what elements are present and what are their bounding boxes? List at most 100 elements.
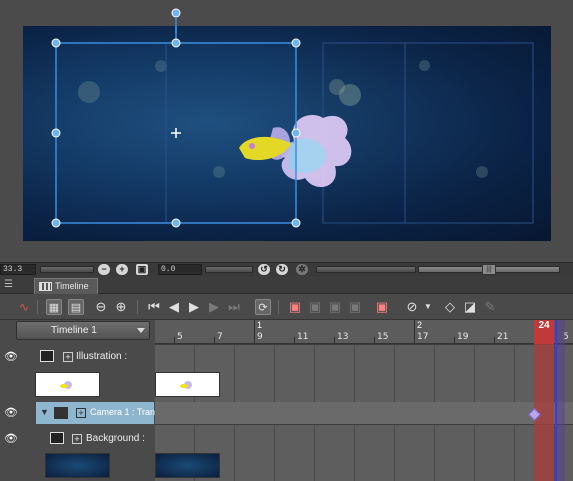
frame-ruler[interactable]: 57911131517192123125 [155, 319, 573, 344]
cel-thumbnail[interactable] [35, 372, 100, 397]
cel-spec-icon[interactable]: ▣ [327, 299, 343, 315]
scrollbar-grip[interactable]: ||| [482, 264, 496, 275]
resize-handle[interactable] [51, 128, 61, 138]
add-keyframe-icon[interactable]: ◇ [442, 299, 458, 315]
chevron-down-icon [137, 328, 145, 333]
eye-icon[interactable]: 👁 [4, 434, 18, 445]
layer-row-illustration[interactable]: 👁 + Illustration : [0, 344, 155, 402]
layer-list: 👁 + Illustration : 👁 ▼ + Camera 1 : Tran… [0, 344, 155, 481]
first-frame-icon[interactable]: ⏮ [146, 299, 162, 315]
resize-handle[interactable] [171, 38, 181, 48]
timeline-toolbar: ∿ ▦ ▤ ⊖ ⊕ ⏮ ◀ ▶ ▶ ⏭ ⟳ ▣ ▣ ▣ ▣ ▣ ⊘ ▼ ◇ ◪ … [0, 294, 573, 320]
layer-type-icon [40, 350, 54, 362]
rotation-field[interactable]: 0.0 [158, 264, 202, 275]
keyframe-interpolation-icon[interactable]: ⊘ [404, 299, 420, 315]
rotate-right-icon[interactable]: ↻ [276, 264, 288, 275]
canvas-stage[interactable] [23, 26, 551, 241]
canvas-status-bar: 33.3 − + ▣ 0.0 ↺ ↻ ✲ ||| [0, 262, 573, 276]
rotation-handle[interactable] [166, 4, 186, 34]
delete-cel-icon[interactable]: ▣ [347, 299, 363, 315]
ruler-frame-label: 17 [417, 332, 429, 342]
canvas-area[interactable] [0, 0, 573, 262]
resize-handle[interactable] [291, 38, 301, 48]
resize-handle[interactable] [171, 218, 181, 228]
zoom-field[interactable]: 33.3 [0, 264, 36, 275]
ruler-frame-label: 9 [257, 332, 263, 342]
tab-timeline[interactable]: Timeline [34, 278, 98, 294]
ruler-tick [374, 337, 375, 343]
timeline-settings-icon[interactable]: ▤ [68, 299, 84, 315]
app-root: { "canvas_bar": { "zoom": "33.3", "rotat… [0, 0, 573, 481]
resize-handle[interactable] [51, 38, 61, 48]
ruler-second-tick [254, 319, 255, 343]
last-frame-icon[interactable]: ⏭ [226, 299, 242, 315]
cel-thumbnail[interactable] [155, 372, 220, 397]
timeline-selector[interactable]: Timeline 1 [16, 321, 150, 340]
expand-icon[interactable]: + [72, 434, 82, 444]
zoom-out-timeline-icon[interactable]: ⊖ [93, 299, 109, 315]
layer-row-background[interactable]: 👁 + Background : [0, 424, 155, 481]
timeline-end-marker[interactable] [555, 320, 565, 481]
ruler-frame-label: 21 [497, 332, 509, 342]
rotation-slider[interactable] [205, 266, 253, 273]
canvas-overlay [51, 26, 534, 228]
cel-thumbnail[interactable] [155, 453, 220, 478]
ruler-frame-label: 19 [457, 332, 469, 342]
timeline-selector-value: Timeline 1 [51, 325, 97, 336]
tab-timeline-label: Timeline [55, 281, 89, 291]
ruler-tick [174, 337, 175, 343]
selection-box[interactable] [55, 26, 297, 224]
onion-skin-icon[interactable]: ∿ [16, 299, 32, 315]
ruler-tick [294, 337, 295, 343]
new-timeline-icon[interactable]: ▦ [46, 299, 62, 315]
zoom-slider[interactable] [40, 266, 94, 273]
eye-icon[interactable]: 👁 [4, 408, 18, 419]
resize-handle[interactable] [291, 128, 301, 138]
ruler-tick [334, 337, 335, 343]
keyframe-options-icon[interactable]: ◪ [462, 299, 478, 315]
new-cel-icon[interactable]: ▣ [287, 299, 303, 315]
previous-frame-icon[interactable]: ◀ [166, 299, 182, 315]
fit-view-icon[interactable]: ▣ [136, 264, 148, 275]
camera-icon [54, 407, 68, 419]
ruler-second-tick [414, 319, 415, 343]
camera-frame-guide [322, 42, 534, 224]
resize-handle[interactable] [51, 218, 61, 228]
layer-row-camera[interactable]: 👁 ▼ + Camera 1 : Tran [0, 402, 155, 424]
ruler-tick [494, 337, 495, 343]
panel-menu-icon[interactable]: ☰ [4, 280, 14, 290]
enable-keyframes-icon[interactable]: ▣ [374, 299, 390, 315]
ruler-frame-label: 15 [377, 332, 389, 342]
ruler-frame-label: 11 [297, 332, 309, 342]
eye-icon[interactable]: 👁 [4, 352, 18, 363]
timeline-icon [39, 282, 52, 291]
reset-rotation-icon[interactable]: ✲ [296, 264, 308, 275]
play-icon[interactable]: ▶ [186, 299, 202, 315]
camera-frames[interactable] [155, 402, 573, 424]
loop-playback-icon[interactable]: ⟳ [255, 299, 271, 315]
zoom-out-icon[interactable]: − [98, 264, 110, 275]
ruler-frame-label: 5 [177, 332, 183, 342]
ruler-frame-label: 13 [337, 332, 349, 342]
duplicate-cel-icon[interactable]: ▣ [307, 299, 323, 315]
playhead[interactable]: 24 [534, 320, 554, 344]
resize-handle[interactable] [291, 218, 301, 228]
current-frame-label: 24 [538, 320, 550, 331]
expand-icon[interactable]: + [76, 408, 86, 418]
timeline-panel-header: ☰ Timeline [0, 276, 573, 294]
canvas-scroll-track[interactable] [316, 266, 416, 273]
collapse-icon[interactable]: ▼ [40, 407, 49, 417]
zoom-in-icon[interactable]: + [116, 264, 128, 275]
layer-name: Illustration : [76, 351, 128, 362]
cel-thumbnail[interactable] [45, 453, 110, 478]
layer-name: Background : [86, 433, 145, 444]
chevron-down-icon[interactable]: ▼ [420, 299, 436, 315]
rotate-left-icon[interactable]: ↺ [258, 264, 270, 275]
ruler-second-label: 2 [417, 320, 423, 330]
zoom-in-timeline-icon[interactable]: ⊕ [113, 299, 129, 315]
expand-icon[interactable]: + [63, 352, 73, 362]
edit-pencil-icon[interactable]: ✎ [482, 299, 498, 315]
frame-grid[interactable] [155, 344, 573, 481]
next-frame-icon[interactable]: ▶ [206, 299, 222, 315]
ruler-tick [454, 337, 455, 343]
